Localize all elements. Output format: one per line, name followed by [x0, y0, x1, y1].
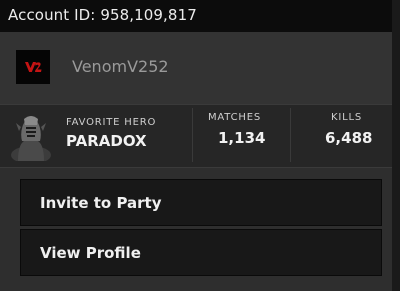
- account-id: Account ID: 958,109,817: [8, 6, 197, 24]
- hero-portrait-icon: [8, 111, 54, 161]
- view-profile-label: View Profile: [40, 244, 141, 262]
- kills-value: 6,488: [325, 129, 373, 147]
- matches-value: 1,134: [218, 129, 266, 147]
- user-header: [0, 32, 392, 104]
- username: VenomV252: [72, 57, 169, 76]
- venom-emblem-icon: [16, 50, 50, 84]
- favorite-hero-label: FAVORITE HERO: [66, 117, 157, 128]
- invite-to-party-button[interactable]: Invite to Party: [20, 179, 382, 226]
- view-profile-button[interactable]: View Profile: [20, 229, 382, 276]
- account-bar: Account ID: 958,109,817: [0, 0, 400, 32]
- invite-to-party-label: Invite to Party: [40, 194, 162, 212]
- matches-label: MATCHES: [208, 112, 261, 123]
- favorite-hero-value: PARADOX: [66, 132, 147, 150]
- kills-label: KILLS: [331, 112, 362, 123]
- stats-divider: [192, 108, 193, 162]
- stats-divider: [290, 108, 291, 162]
- avatar: [16, 50, 50, 84]
- panel-edge: [392, 0, 400, 291]
